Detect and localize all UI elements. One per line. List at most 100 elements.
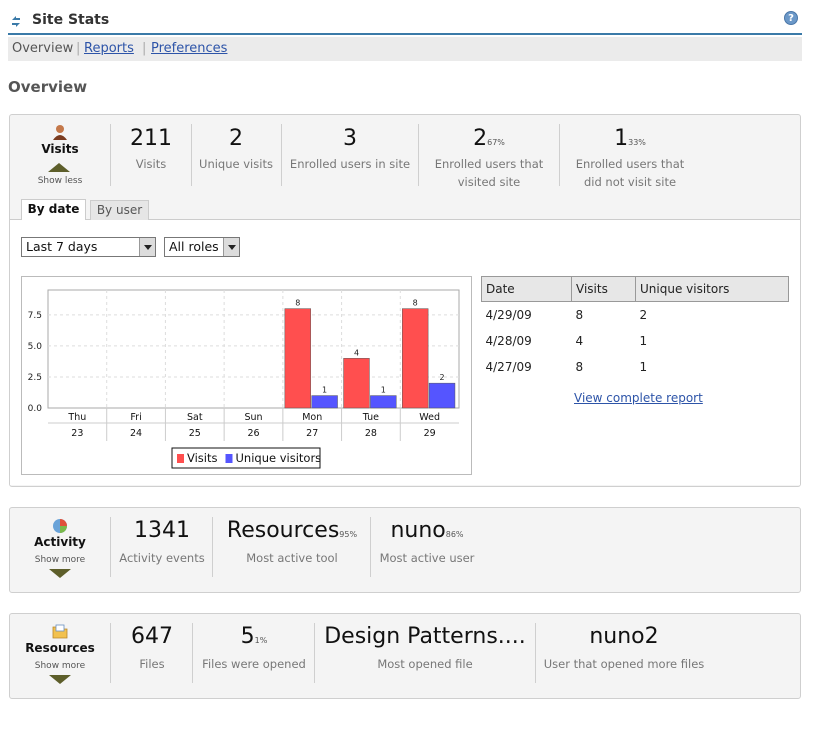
nav-preferences-link[interactable]: Preferences [151,38,227,60]
divider [192,623,193,683]
divider [535,623,536,683]
help-icon[interactable]: ? [784,11,798,25]
table-cell: 2 [639,307,648,322]
divider [110,517,111,577]
top-file-opener-label: User that opened more files [543,657,705,671]
y-tick-label: 0.0 [28,404,43,414]
table-row: 4/29/09 8 2 [482,302,789,328]
roles-select-value: All roles [169,239,219,254]
table-cell: 4 [575,333,584,348]
nav-overview: Overview [12,41,74,56]
activity-events-label: Activity events [119,551,205,565]
column-header: Date [481,276,572,302]
x-tick-label: Tue [362,412,379,423]
x-tick-label: Mon [302,412,322,423]
chevron-down-icon [139,238,155,256]
visits-chart-frame: 0.0 2.5 5.0 7.5 8 4 8 1 1 2 Thu 23 Fri 24 Sat 25 Sun 26 Mo… [21,276,472,475]
table-cell: 1 [639,359,648,374]
legend-swatch [177,454,184,463]
period-select-value: Last 7 days [26,239,98,254]
table-cell: 4/27/09 [485,359,532,374]
column-header: Visits [571,276,636,302]
data-label: 1 [322,386,327,395]
visits-count: 211 [130,126,172,151]
divider [212,517,213,577]
chart-bar [343,358,370,409]
sub-navigation: Overview | Reports | Preferences [8,37,802,61]
x-tick-date-label: 24 [130,428,142,439]
most-active-tool-label: Most active tool [246,551,338,565]
view-complete-report-link[interactable]: View complete report [574,391,703,405]
enrolled-users-label: Enrolled users in site [289,157,411,171]
tab-by-date[interactable]: By date [21,199,86,220]
table-cell: 4/28/09 [485,333,532,348]
chevron-down-icon [223,238,239,256]
unique-visits-count: 2 [229,126,243,151]
table-cell: 4/29/09 [485,307,532,322]
x-tick-label: Thu [67,412,86,423]
nav-separator: | [142,41,147,56]
visits-table: Date Visits Unique visitors 4/29/09 8 2 … [481,276,789,380]
visits-show-less-toggle[interactable]: Show less [30,176,90,186]
data-label: 4 [354,348,359,357]
tab-by-user[interactable]: By user [90,200,149,220]
table-cell: 8 [575,307,584,322]
table-row: 4/27/09 8 1 [482,354,789,380]
enrolled-visited-count: 267% [473,126,505,151]
divider [314,623,315,683]
x-tick-date-label: 25 [189,428,201,439]
collapse-arrow-icon[interactable] [48,163,70,172]
x-tick-label: Sun [244,412,262,423]
chart-bar [370,395,397,409]
x-tick-label: Fri [130,412,141,423]
legend-label: Unique visitors [236,451,322,465]
x-tick-date-label: 23 [71,428,83,439]
roles-select[interactable]: All roles [164,237,240,257]
visits-chart: 0.0 2.5 5.0 7.5 8 4 8 1 1 2 Thu 23 Fri 24 Sat 25 Sun 26 Mo… [28,289,460,469]
divider [110,623,111,683]
most-opened-file-label: Most opened file [377,657,473,671]
files-count-label: Files [139,657,165,671]
data-label: 1 [381,386,386,395]
files-count: 647 [131,624,173,649]
refresh-icon [12,16,20,27]
data-label: 8 [413,299,418,308]
table-cell: 1 [639,333,648,348]
legend-label: Visits [187,451,218,465]
visits-section-title: Visits [41,142,79,156]
resources-show-more-toggle[interactable]: Show more [24,661,96,671]
period-select[interactable]: Last 7 days [21,237,156,257]
page-header: Site Stats ? [8,8,802,35]
visits-count-label: Visits [135,157,167,171]
enrolled-not-visited-label: Enrolled users that did not visit site [575,157,685,189]
data-label: 8 [295,299,300,308]
folder-icon [52,624,68,639]
y-tick-label: 2.5 [28,373,42,383]
most-active-user: nuno86% [390,518,464,543]
y-tick-label: 7.5 [28,311,42,321]
files-opened-label: Files were opened [202,657,306,671]
page-title: Overview [8,78,88,96]
plot-area [47,289,460,409]
page-header-title: Site Stats [32,12,110,28]
legend-swatch [225,454,233,463]
chart-bar [311,395,338,409]
nav-reports-link[interactable]: Reports [84,38,134,60]
most-opened-file: Design Patterns.... [324,624,526,649]
table-cell: 8 [575,359,584,374]
divider [559,124,560,186]
x-tick-date-label: 26 [247,428,259,439]
chart-bar [402,308,429,409]
data-label: 2 [439,373,444,382]
chart-bar [428,382,456,409]
expand-arrow-icon[interactable] [49,569,71,578]
expand-arrow-icon[interactable] [49,675,71,684]
resources-section-title: Resources [25,641,95,655]
table-header-row: Date Visits Unique visitors [481,276,789,302]
enrolled-not-visited-count: 133% [614,126,646,151]
activity-show-more-toggle[interactable]: Show more [28,555,92,565]
table-row: 4/28/09 4 1 [482,328,789,354]
x-tick-label: Sat [187,412,203,423]
top-file-opener: nuno2 [589,624,659,649]
enrolled-visited-label: Enrolled users that visited site [434,157,544,189]
